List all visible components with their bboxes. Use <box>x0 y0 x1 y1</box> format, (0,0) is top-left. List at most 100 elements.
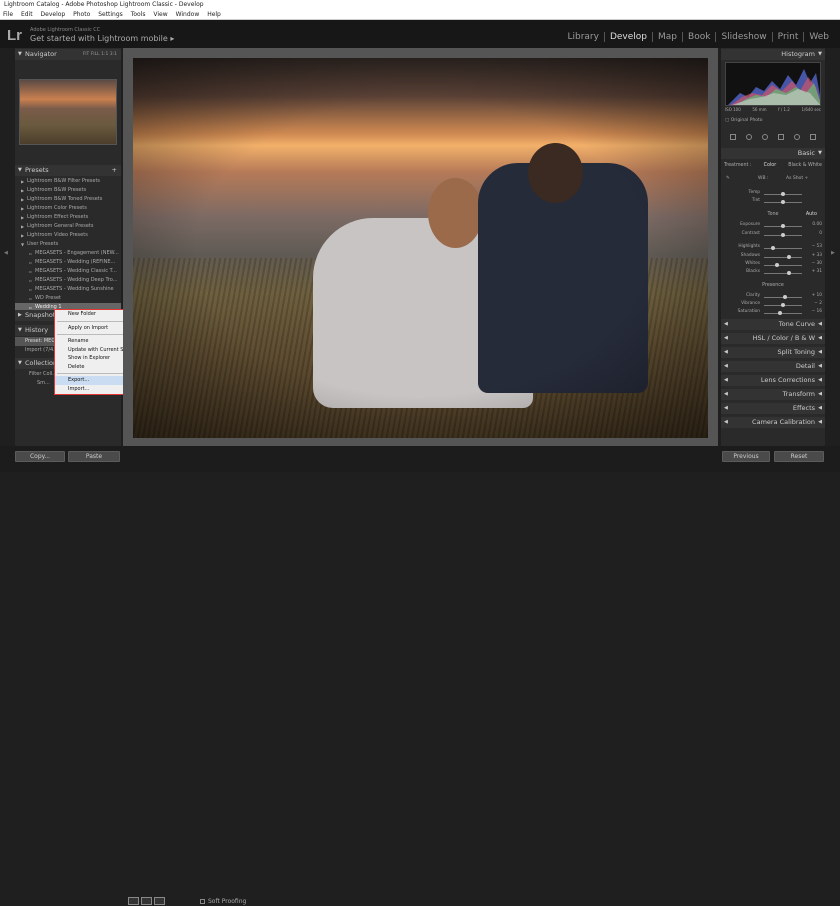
adjustment-brush-icon[interactable] <box>810 134 816 140</box>
section-title: Effects <box>792 404 815 412</box>
module-map[interactable]: Map <box>652 32 682 42</box>
graduated-filter-icon[interactable] <box>778 134 784 140</box>
module-book[interactable]: Book <box>682 32 715 42</box>
folder-triangle-icon: ▶ <box>21 215 25 220</box>
slider-knob[interactable] <box>781 200 785 204</box>
slider-track[interactable] <box>764 257 802 258</box>
slider-knob[interactable] <box>780 303 785 307</box>
spot-removal-icon[interactable] <box>746 134 752 140</box>
section-header[interactable]: ◀ Split Toning ◀ <box>721 347 825 358</box>
slider-knob[interactable] <box>777 311 782 315</box>
menu-settings[interactable]: Settings <box>98 11 123 18</box>
section-header[interactable]: ◀ Effects ◀ <box>721 403 825 414</box>
slider-knob[interactable] <box>787 271 792 275</box>
treatment-color-option[interactable]: Color <box>764 163 777 168</box>
slider-value[interactable]: − 30 <box>804 261 822 266</box>
menu-help[interactable]: Help <box>207 11 221 18</box>
slider-value[interactable]: 0.00 <box>804 222 822 227</box>
mobile-promo-link[interactable]: Get started with Lightroom mobile ▸ <box>30 34 174 43</box>
section-header[interactable]: ◀ Detail ◀ <box>721 361 825 372</box>
slider-value[interactable]: − 2 <box>804 301 822 306</box>
wb-select[interactable]: As Shot ÷ <box>786 176 808 181</box>
navigator-header[interactable]: ▼ Navigator FIT FILL 1:1 3:1 <box>15 49 121 60</box>
module-slideshow[interactable]: Slideshow <box>715 32 771 42</box>
treatment-bw-option[interactable]: Black & White <box>788 163 822 168</box>
slider-knob[interactable] <box>782 295 787 299</box>
image-canvas[interactable] <box>123 48 718 446</box>
slider-value[interactable]: + 31 <box>804 269 822 274</box>
slider-value[interactable]: + 10 <box>804 293 822 298</box>
menu-tools[interactable]: Tools <box>131 11 146 18</box>
slider-knob[interactable] <box>781 192 785 196</box>
slider-knob[interactable] <box>771 246 776 250</box>
preset-item[interactable]: ▫ MEGASETS - Engagement (NEW... <box>15 249 121 258</box>
original-photo-label: Original Photo <box>730 118 763 123</box>
preset-item[interactable]: ▶ Lightroom B&W Toned Presets <box>15 195 121 204</box>
soft-proofing-checkbox[interactable] <box>200 899 205 904</box>
module-web[interactable]: Web <box>803 32 834 42</box>
histogram-header[interactable]: Histogram ▼ <box>721 49 825 60</box>
slider-knob[interactable] <box>781 224 785 228</box>
slider-value[interactable]: 0 <box>804 231 822 236</box>
slider-value[interactable]: − 53 <box>804 244 822 249</box>
basic-header[interactable]: Basic ▼ <box>721 148 825 159</box>
original-photo-toggle[interactable]: ▢ Original Photo <box>725 118 763 123</box>
slider-track[interactable] <box>764 273 802 274</box>
preset-item[interactable]: ▶ Lightroom General Presets <box>15 222 121 231</box>
preset-item[interactable]: ▫ MEGASETS - Wedding Sunshine <box>15 285 121 294</box>
before-after-icon[interactable] <box>141 897 152 905</box>
section-header[interactable]: ◀ HSL / Color / B & W ◀ <box>721 333 825 344</box>
crop-tool-icon[interactable] <box>730 134 736 140</box>
section-header[interactable]: ◀ Tone Curve ◀ <box>721 319 825 330</box>
preset-item[interactable]: ▶ Lightroom Effect Presets <box>15 213 121 222</box>
menu-window[interactable]: Window <box>176 11 200 18</box>
previous-button[interactable]: Previous <box>722 451 770 462</box>
radial-filter-icon[interactable] <box>794 134 800 140</box>
add-preset-icon[interactable]: + <box>112 165 117 176</box>
right-panel-toggle-icon[interactable]: ▶ <box>831 250 835 256</box>
reset-button[interactable]: Reset <box>774 451 824 462</box>
loupe-view-icon[interactable] <box>128 897 139 905</box>
section-header[interactable]: ◀ Camera Calibration ◀ <box>721 417 825 428</box>
presets-header[interactable]: ▼ Presets + <box>15 165 121 176</box>
preset-item[interactable]: ▶ Lightroom Video Presets <box>15 231 121 240</box>
preset-item[interactable]: ▶ Lightroom B&W Presets <box>15 186 121 195</box>
left-panel-toggle-icon[interactable]: ◀ <box>4 250 8 256</box>
menu-develop[interactable]: Develop <box>41 11 66 18</box>
copy-settings-button[interactable]: Copy... <box>15 451 65 462</box>
slider-knob[interactable] <box>787 255 792 259</box>
auto-tone-button[interactable]: Auto <box>806 212 817 217</box>
section-header[interactable]: ◀ Lens Corrections ◀ <box>721 375 825 386</box>
red-eye-icon[interactable] <box>762 134 768 140</box>
wedding-couple-photo[interactable] <box>133 58 708 438</box>
module-develop[interactable]: Develop <box>603 32 652 42</box>
section-header[interactable]: ◀ Transform ◀ <box>721 389 825 400</box>
slider-track[interactable] <box>764 248 802 249</box>
menu-file[interactable]: File <box>3 11 13 18</box>
slider-knob[interactable] <box>781 233 785 237</box>
preset-item[interactable]: ▫ MEGASETS - Wedding (REFINE... <box>15 258 121 267</box>
soft-proofing-toggle[interactable]: Soft Proofing <box>200 897 246 906</box>
slider-value[interactable]: − 16 <box>804 309 822 314</box>
navigator-preview[interactable] <box>19 79 117 145</box>
navigator-zoom-modes[interactable]: FIT FILL 1:1 3:1 <box>83 49 117 60</box>
preset-item[interactable]: ▫ WD Preset <box>15 294 121 303</box>
preset-item[interactable]: ▫ MEGASETS - Wedding Deep Tro... <box>15 276 121 285</box>
preset-item[interactable]: ▶ Lightroom Color Presets <box>15 204 121 213</box>
before-after-split-icon[interactable] <box>154 897 165 905</box>
preset-item[interactable]: ▼ User Presets <box>15 240 121 249</box>
menu-edit[interactable]: Edit <box>21 11 33 18</box>
slider-track[interactable] <box>764 313 802 314</box>
preset-item[interactable]: ▶ Lightroom B&W Filter Presets <box>15 177 121 186</box>
menu-photo[interactable]: Photo <box>73 11 90 18</box>
eyedropper-icon[interactable]: ✎ <box>726 176 730 181</box>
module-library[interactable]: Library <box>562 32 603 42</box>
preset-item[interactable]: ▫ MEGASETS - Wedding Classic T... <box>15 267 121 276</box>
menu-view[interactable]: View <box>153 11 167 18</box>
collapse-triangle-icon: ◀ <box>818 335 822 341</box>
module-print[interactable]: Print <box>771 32 804 42</box>
paste-settings-button[interactable]: Paste <box>68 451 120 462</box>
slider-track[interactable] <box>764 265 802 266</box>
slider-knob[interactable] <box>775 263 780 267</box>
slider-value[interactable]: + 33 <box>804 253 822 258</box>
